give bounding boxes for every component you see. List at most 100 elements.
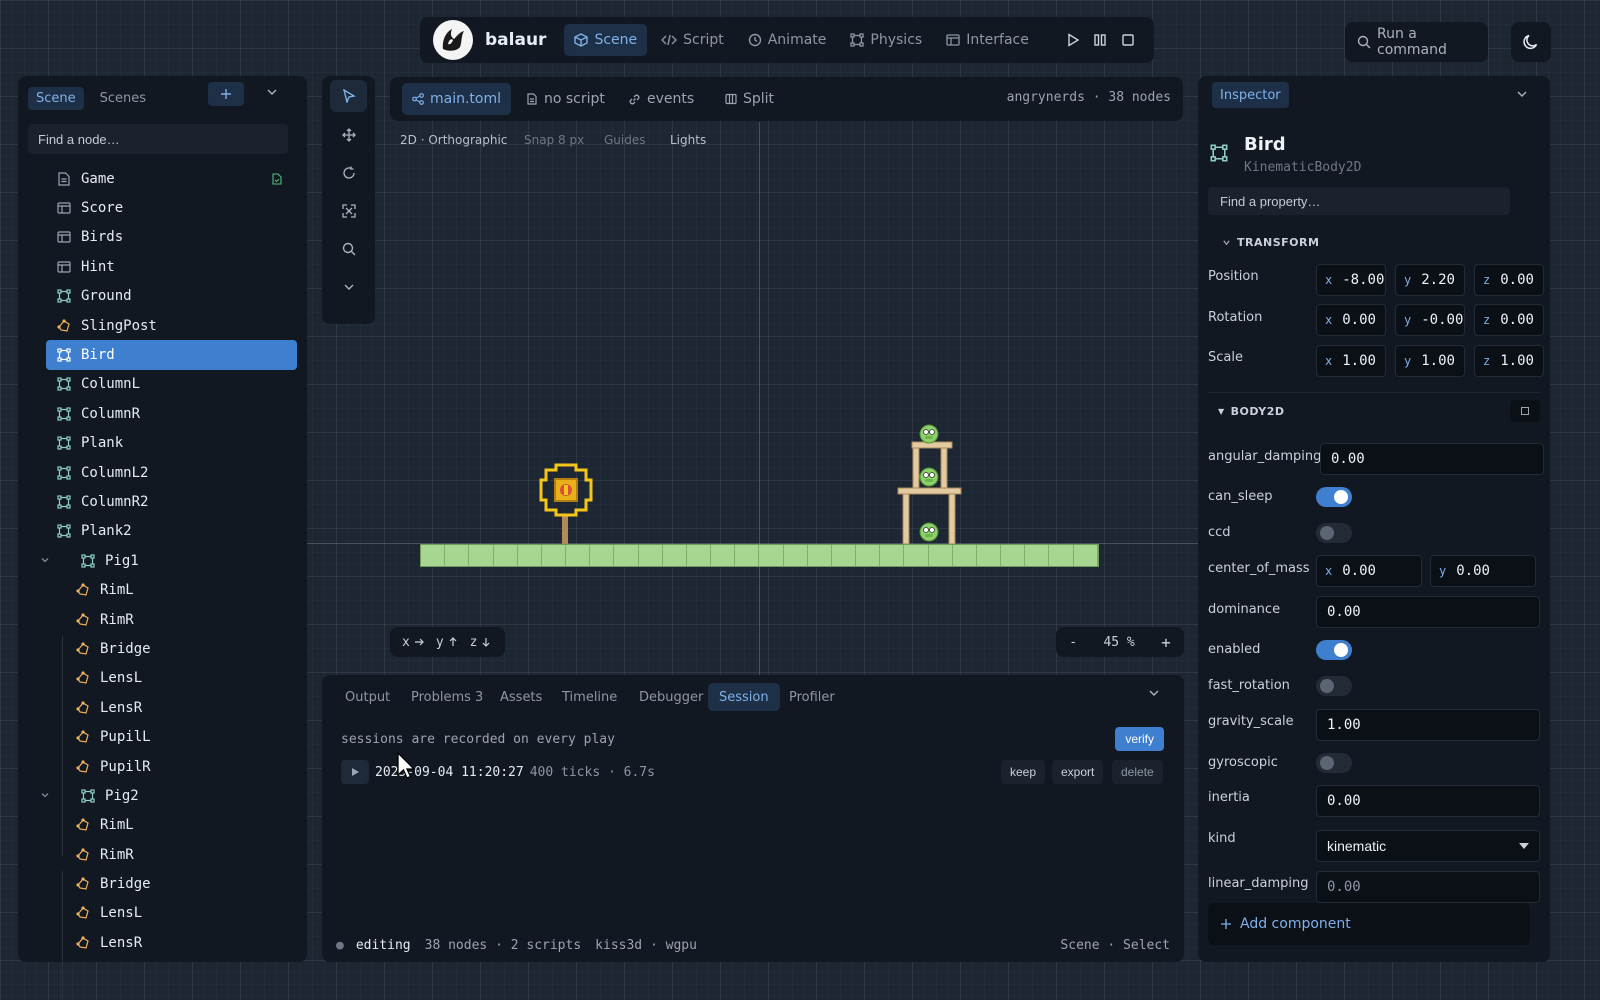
transform-section-header[interactable]: TRANSFORM — [1222, 236, 1319, 249]
tab-inspector[interactable]: Inspector — [1212, 82, 1289, 108]
tree-node[interactable]: LensL — [46, 899, 297, 928]
tree-node[interactable]: LensR — [46, 693, 297, 722]
nav-physics[interactable]: Physics — [840, 24, 932, 56]
tab-problems[interactable]: Problems 3 — [400, 683, 494, 711]
position-z-field[interactable]: z 0.00 — [1474, 264, 1544, 296]
script-attached-icon[interactable] — [271, 173, 283, 185]
inertia-field[interactable]: 0.00 — [1316, 785, 1540, 817]
angular-damping-field[interactable]: 0.00 — [1320, 443, 1544, 475]
command-palette-button[interactable]: Run a command — [1345, 22, 1488, 62]
bird-sprite[interactable] — [538, 462, 594, 518]
move-tool[interactable] — [322, 116, 375, 154]
property-search-input[interactable] — [1208, 187, 1510, 215]
tab-split[interactable]: Split — [715, 83, 784, 115]
scale-tool[interactable] — [322, 192, 375, 230]
gravity-scale-field[interactable]: 1.00 — [1316, 709, 1540, 741]
add-node-button[interactable] — [208, 82, 244, 106]
tree-node[interactable]: Pig1 — [41, 546, 297, 575]
chevron-down-icon[interactable] — [1516, 88, 1528, 100]
tree-node[interactable]: Birds — [46, 223, 297, 252]
tree-node[interactable]: RimL — [46, 811, 297, 840]
pause-button[interactable] — [1087, 25, 1115, 55]
zoom-out-button[interactable]: - — [1069, 635, 1077, 650]
kind-select[interactable]: kinematic — [1316, 830, 1540, 862]
dominance-field[interactable]: 0.00 — [1316, 596, 1540, 628]
tree-node[interactable]: ColumnR2 — [46, 487, 297, 516]
tab-no-script[interactable]: no script — [516, 83, 615, 115]
tree-node[interactable]: ColumnL2 — [46, 458, 297, 487]
verify-button[interactable]: verify — [1115, 727, 1164, 751]
lights-toggle[interactable]: Lights — [670, 133, 706, 147]
scale-z-field[interactable]: z 1.00 — [1474, 345, 1544, 377]
zoom-tool[interactable] — [322, 230, 375, 268]
tab-output[interactable]: Output — [334, 683, 401, 711]
tree-node[interactable]: SlingPost — [46, 311, 297, 340]
can-sleep-toggle[interactable] — [1316, 487, 1352, 507]
tree-node[interactable]: PupilL — [46, 722, 297, 751]
fast-rotation-toggle[interactable] — [1316, 676, 1352, 696]
tree-node[interactable]: Plank2 — [46, 517, 297, 546]
pig-sprite[interactable] — [919, 424, 939, 444]
view-mode-toggle[interactable]: 2D · Orthographic — [400, 133, 507, 147]
keep-button[interactable]: keep — [1001, 760, 1046, 784]
ccd-toggle[interactable] — [1316, 523, 1352, 543]
chevron-down-icon[interactable] — [40, 555, 50, 565]
add-component-button[interactable]: Add component — [1208, 903, 1530, 945]
rotate-tool[interactable] — [322, 154, 375, 192]
nav-interface[interactable]: Interface — [936, 24, 1039, 56]
play-session-button[interactable] — [341, 760, 369, 784]
node-search-input[interactable] — [28, 124, 288, 154]
tree-node[interactable]: ColumnR — [46, 399, 297, 428]
tree-node[interactable]: Pig2 — [41, 781, 297, 810]
body2d-section-header[interactable]: ▼ BODY2D — [1218, 405, 1284, 418]
pig-sprite[interactable] — [919, 522, 939, 542]
tree-node[interactable]: ColumnL — [46, 370, 297, 399]
gyroscopic-toggle[interactable] — [1316, 753, 1352, 773]
tab-scene[interactable]: Scene — [28, 86, 84, 110]
stop-button[interactable] — [1114, 25, 1142, 55]
tree-node[interactable]: Hint — [46, 252, 297, 281]
tree-node[interactable]: RimR — [46, 840, 297, 869]
chevron-down-icon[interactable] — [1148, 687, 1160, 699]
scale-y-field[interactable]: y 1.00 — [1395, 345, 1465, 377]
tree-node[interactable]: Bridge — [46, 869, 297, 898]
export-button[interactable]: export — [1052, 760, 1104, 784]
tree-node[interactable]: Bridge — [46, 634, 297, 663]
theme-toggle-button[interactable] — [1511, 22, 1551, 62]
tree-node[interactable]: RimL — [46, 575, 297, 604]
chevron-down-icon[interactable] — [266, 86, 278, 98]
pig-sprite[interactable] — [919, 467, 939, 487]
tab-main-toml[interactable]: main.toml — [402, 83, 512, 115]
tab-assets[interactable]: Assets — [489, 683, 553, 711]
center-of-mass-x-field[interactable]: x 0.00 — [1316, 555, 1422, 587]
tree-node[interactable]: Score — [46, 193, 297, 222]
tree-node[interactable]: LensL — [46, 664, 297, 693]
rotation-y-field[interactable]: y -0.00 — [1395, 304, 1465, 336]
chevron-down-icon[interactable] — [40, 790, 50, 800]
position-x-field[interactable]: x -8.00 — [1316, 264, 1386, 296]
linear-damping-field[interactable]: 0.00 — [1316, 871, 1540, 903]
delete-button[interactable]: delete — [1112, 760, 1163, 784]
tree-node[interactable]: RimR — [46, 605, 297, 634]
section-options-button[interactable] — [1510, 400, 1540, 422]
tab-session[interactable]: Session — [708, 683, 780, 711]
snap-toggle[interactable]: Snap 8 px — [524, 133, 584, 147]
tree-node[interactable]: LensR — [46, 928, 297, 957]
tree-node[interactable]: PupilR — [46, 752, 297, 781]
zoom-in-button[interactable]: + — [1161, 633, 1171, 652]
tab-debugger[interactable]: Debugger — [628, 683, 714, 711]
rotation-x-field[interactable]: x 0.00 — [1316, 304, 1386, 336]
center-of-mass-y-field[interactable]: y 0.00 — [1430, 555, 1536, 587]
rotation-z-field[interactable]: z 0.00 — [1474, 304, 1544, 336]
scale-x-field[interactable]: x 1.00 — [1316, 345, 1386, 377]
play-button[interactable] — [1059, 25, 1087, 55]
enabled-toggle[interactable] — [1316, 640, 1352, 660]
tree-node[interactable]: Game — [46, 164, 297, 193]
tree-node[interactable]: Plank — [46, 429, 297, 458]
session-row[interactable]: 2025-09-04 11:20:27 400 ticks · 6.7s kee… — [341, 759, 1165, 785]
more-tools-button[interactable] — [322, 268, 375, 306]
sling-post[interactable] — [562, 516, 568, 544]
nav-script[interactable]: Script — [651, 24, 734, 56]
guides-toggle[interactable]: Guides — [604, 133, 646, 147]
position-y-field[interactable]: y 2.20 — [1395, 264, 1465, 296]
